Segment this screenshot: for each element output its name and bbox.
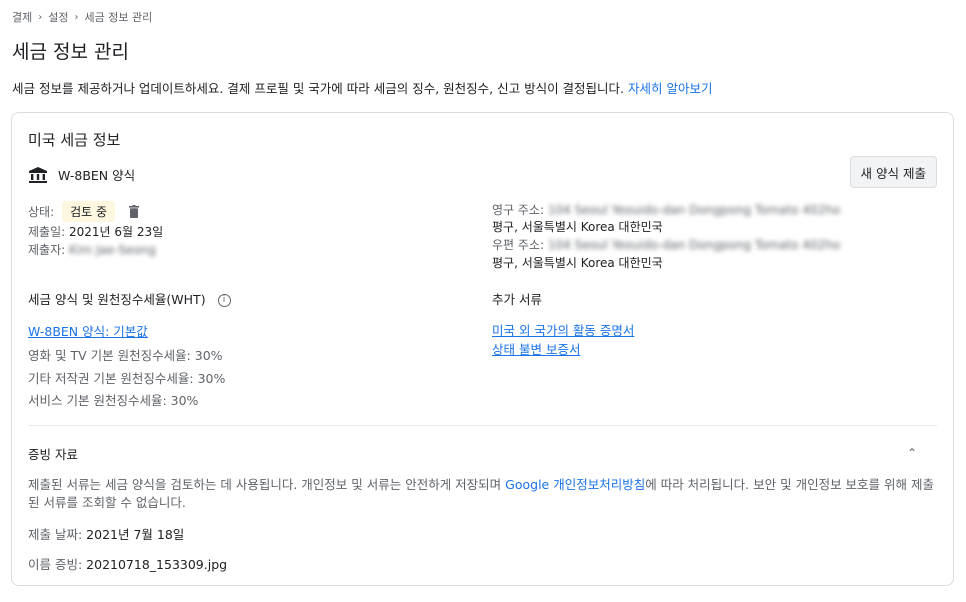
permanent-address-label: 영구 주소: xyxy=(492,203,545,217)
divider xyxy=(28,425,937,426)
rate-item: 영화 및 TV 기본 원천징수세율: 30% xyxy=(28,348,223,363)
submitter-value: Kim Jae-Seong xyxy=(69,243,156,257)
form-row: W-8BEN 양식 xyxy=(28,165,135,184)
rate-item: 기타 저작권 기본 원천징수세율: 30% xyxy=(28,371,226,386)
submitter-row: 제출자: Kim Jae-Seong xyxy=(28,241,156,258)
mailing-address-row: 우편 주소: 104 Seoul Yeouido-dan Dongpong To… xyxy=(492,236,840,253)
wht-section-title: 세금 양식 및 원천징수세율(WHT) xyxy=(28,292,206,307)
submitter-label: 제출자: xyxy=(28,243,66,257)
mailing-address-label: 우편 주소: xyxy=(492,238,545,252)
permanent-address-line1: 104 Seoul Yeouido-dan Dongpong Tomato 40… xyxy=(547,203,841,217)
wht-form-link[interactable]: W-8BEN 양식: 기본값 xyxy=(28,321,148,340)
name-proof-row: 이름 증빙: 20210718_153309.jpg xyxy=(28,554,227,573)
evidence-submit-date-value: 2021년 7월 18일 xyxy=(86,527,185,542)
evidence-text-before: 제출된 서류는 세금 양식을 검토하는 데 사용됩니다. 개인정보 및 서류는 … xyxy=(28,477,502,492)
evidence-title: 증빙 자료 xyxy=(28,447,78,462)
status-row: 상태: 검토 중 xyxy=(28,201,140,222)
extra-docs-label: 추가 서류 xyxy=(492,292,542,307)
us-tax-info-card: 미국 세금 정보 W-8BEN 양식 새 양식 제출 상태: 검토 중 제출일:… xyxy=(11,112,954,586)
chevron-up-icon[interactable]: ⌃ xyxy=(907,446,917,460)
submitted-date-value: 2021년 6월 23일 xyxy=(69,225,164,239)
breadcrumb-item-tax: 세금 정보 관리 xyxy=(84,11,153,24)
intro-body: 세금 정보를 제공하거나 업데이트하세요. 결제 프로필 및 국가에 따라 세금… xyxy=(12,81,625,96)
chevron-right-icon: › xyxy=(74,11,79,23)
mailing-address-line2: 평구, 서울특별시 Korea 대한민국 xyxy=(492,256,663,270)
form-name: W-8BEN 양식 xyxy=(58,168,136,183)
page-title: 세금 정보 관리 xyxy=(12,41,129,63)
bank-icon xyxy=(28,166,48,184)
wht-section-label: 세금 양식 및 원천징수세율(WHT) i xyxy=(28,289,231,308)
breadcrumb-item-billing[interactable]: 결제 xyxy=(12,9,32,25)
card-title: 미국 세금 정보 xyxy=(28,131,121,149)
evidence-submit-date-label: 제출 날짜: xyxy=(28,527,83,542)
submitted-date-row: 제출일: 2021년 6월 23일 xyxy=(28,223,163,240)
submitted-date-label: 제출일: xyxy=(28,225,66,239)
info-icon[interactable]: i xyxy=(217,294,231,307)
name-proof-value: 20210718_153309.jpg xyxy=(86,557,228,572)
permanent-address-line2-row: 평구, 서울특별시 Korea 대한민국 xyxy=(492,218,663,235)
learn-more-link[interactable]: 자세히 알아보기 xyxy=(628,81,712,96)
permanent-address-line2: 평구, 서울특별시 Korea 대한민국 xyxy=(492,220,663,234)
permanent-address-row: 영구 주소: 104 Seoul Yeouido-dan Dongpong To… xyxy=(492,201,840,218)
privacy-policy-link[interactable]: Google 개인정보처리방침 xyxy=(505,477,645,492)
status-badge: 검토 중 xyxy=(62,201,116,222)
mailing-address-line1: 104 Seoul Yeouido-dan Dongpong Tomato 40… xyxy=(547,238,841,252)
submit-new-form-button[interactable]: 새 양식 제출 xyxy=(849,156,937,188)
breadcrumb: 결제 › 설정 › 세금 정보 관리 xyxy=(12,9,152,25)
status-label: 상태: xyxy=(28,205,55,219)
chevron-right-icon: › xyxy=(38,11,43,23)
trash-icon[interactable] xyxy=(129,205,140,218)
extra-doc-link-activity-certificate[interactable]: 미국 외 국가의 활동 증명서 xyxy=(492,320,634,339)
extra-doc-link-status-guarantee[interactable]: 상태 불변 보증서 xyxy=(492,339,580,358)
rate-item: 서비스 기본 원천징수세율: 30% xyxy=(28,393,199,408)
name-proof-label: 이름 증빙: xyxy=(28,557,83,572)
mailing-address-line2-row: 평구, 서울특별시 Korea 대한민국 xyxy=(492,254,663,271)
breadcrumb-item-settings[interactable]: 설정 xyxy=(48,9,68,25)
evidence-submit-date-row: 제출 날짜: 2021년 7월 18일 xyxy=(28,524,184,543)
evidence-description: 제출된 서류는 세금 양식을 검토하는 데 사용됩니다. 개인정보 및 서류는 … xyxy=(28,476,938,512)
intro-text: 세금 정보를 제공하거나 업데이트하세요. 결제 프로필 및 국가에 따라 세금… xyxy=(12,78,713,97)
